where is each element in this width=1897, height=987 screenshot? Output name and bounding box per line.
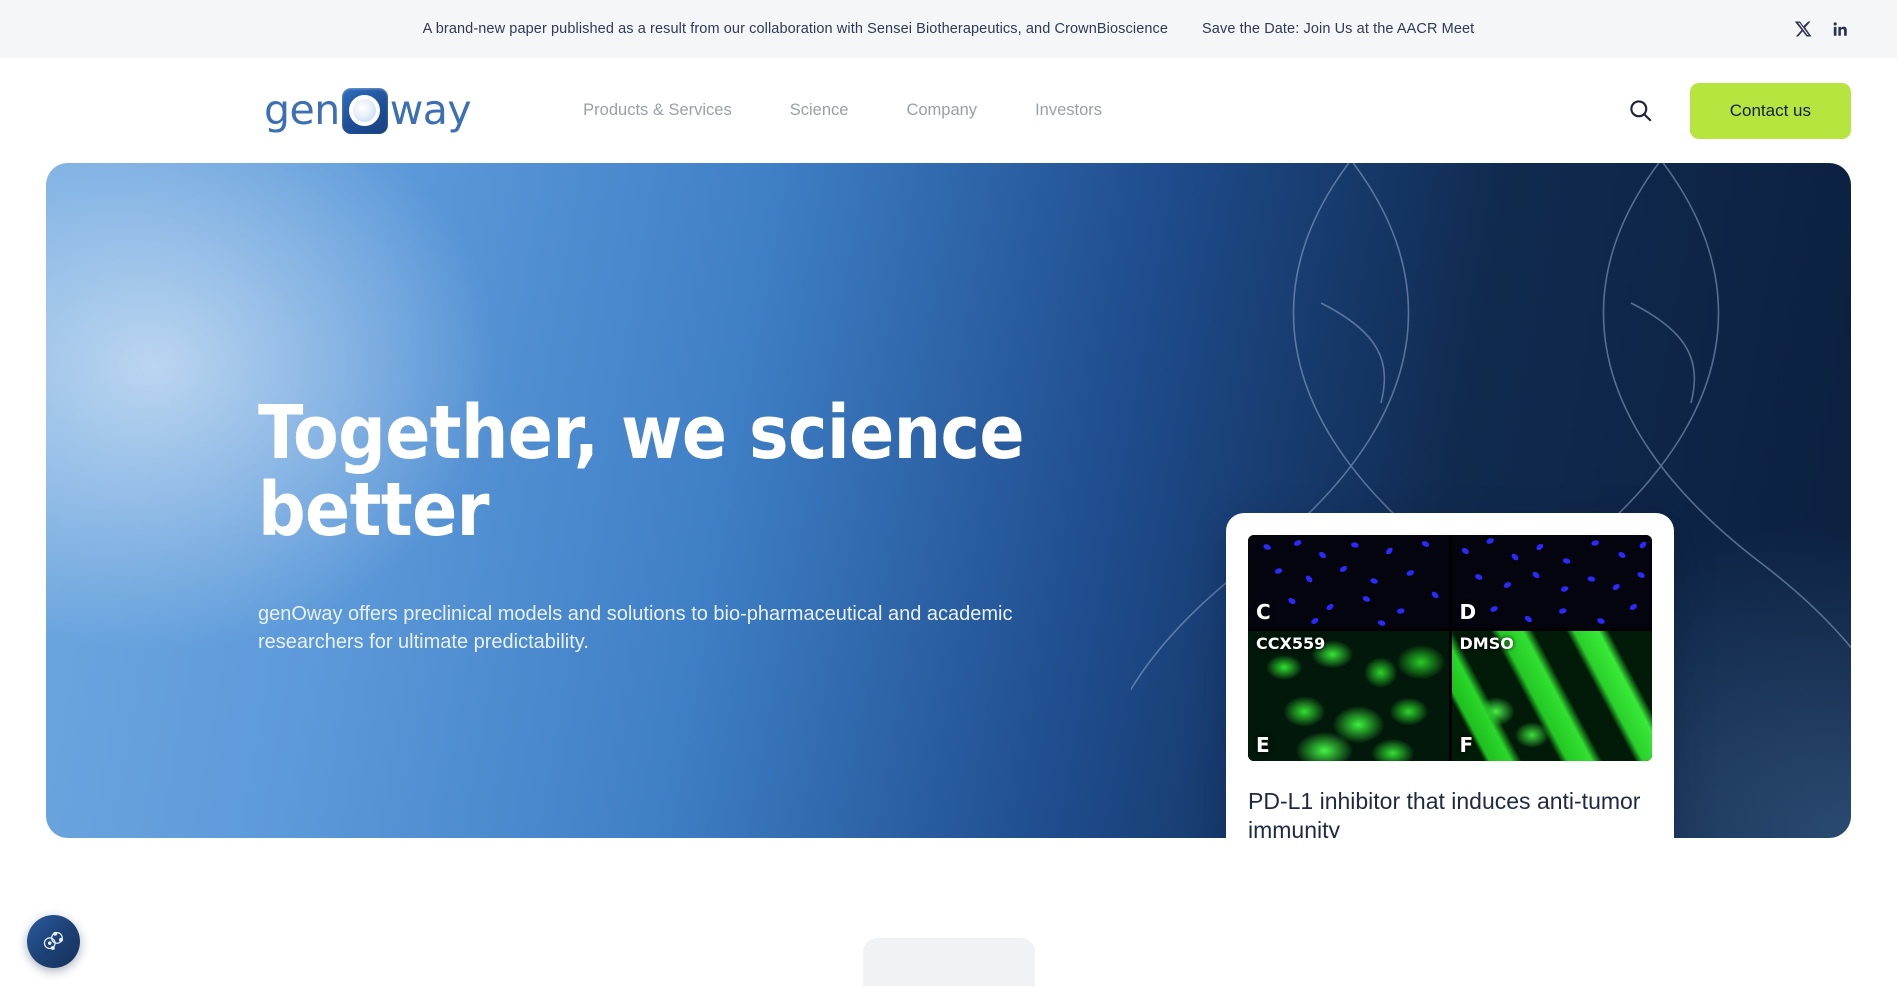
announcement-item-save-the-date[interactable]: Save the Date: Join Us at the AACR Meet	[1202, 21, 1474, 37]
figure-panel-f-treatment-label: DMSO	[1459, 634, 1514, 653]
logo-ring-shape	[349, 95, 381, 126]
figure-panel-e: CCX559 E	[1248, 631, 1449, 761]
search-icon[interactable]	[1624, 94, 1658, 128]
linkedin-icon[interactable]	[1831, 19, 1851, 39]
hero-highlight-card[interactable]: C D CCX559 E DMSO F PD-L1 inhibitor that…	[1226, 513, 1674, 838]
next-section-card	[862, 938, 1035, 986]
nav-item-science[interactable]: Science	[790, 93, 849, 128]
hero-banner: Together, we science better genOway offe…	[46, 163, 1851, 838]
hero-subtitle: genOway offers preclinical models and so…	[258, 602, 1013, 653]
hero-title: Together, we science better	[258, 390, 1025, 553]
site-header: gen way Products & Services Science Comp…	[0, 58, 1897, 163]
microscopy-figure: C D CCX559 E DMSO F	[1248, 535, 1652, 761]
logo-text-gen: gen	[264, 86, 340, 134]
hero-card-title: PD-L1 inhibitor that induces anti-tumor …	[1248, 788, 1641, 838]
hero-section-wrapper: Together, we science better genOway offe…	[0, 163, 1897, 838]
hero-copy: Together, we science better genOway offe…	[258, 395, 1058, 656]
next-section-peek	[0, 938, 1897, 986]
contact-us-button[interactable]: Contact us	[1689, 82, 1851, 139]
nav-item-products-services[interactable]: Products & Services	[583, 93, 732, 128]
figure-panel-d-label: D	[1459, 600, 1477, 624]
page-bottom-area	[0, 838, 1897, 986]
figure-panel-f: DMSO F	[1451, 631, 1652, 761]
main-navigation: Products & Services Science Company Inve…	[583, 93, 1102, 128]
figure-panel-c: C	[1248, 535, 1449, 628]
announcement-bar: A brand-new paper published as a result …	[0, 0, 1897, 58]
figure-panel-c-label: C	[1256, 600, 1271, 624]
figure-panel-d: D	[1451, 535, 1652, 628]
header-actions: Contact us	[1624, 82, 1851, 139]
announcement-items: A brand-new paper published as a result …	[423, 21, 1475, 37]
figure-panel-e-label: E	[1256, 733, 1270, 757]
nav-item-investors[interactable]: Investors	[1035, 93, 1102, 128]
nav-item-company[interactable]: Company	[906, 93, 977, 128]
genoway-logo[interactable]: gen way	[264, 86, 472, 134]
announcement-item-paper[interactable]: A brand-new paper published as a result …	[423, 21, 1168, 37]
logo-text-way: way	[389, 86, 472, 134]
social-links	[1793, 19, 1851, 39]
x-twitter-icon[interactable]	[1793, 19, 1813, 39]
figure-panel-e-treatment-label: CCX559	[1256, 634, 1326, 653]
figure-panel-f-label: F	[1459, 733, 1474, 757]
logo-o-mark-icon	[341, 87, 388, 134]
